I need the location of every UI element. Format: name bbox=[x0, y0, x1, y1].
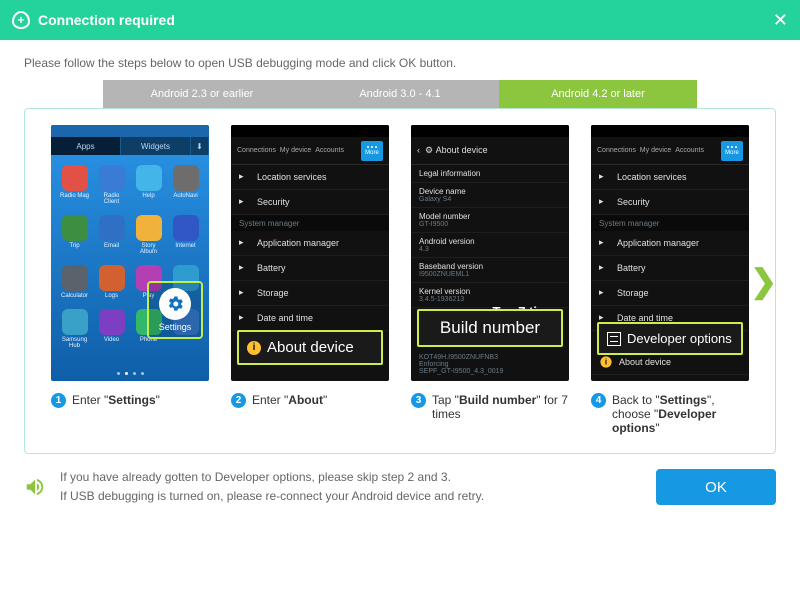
step-badge: 3 bbox=[411, 393, 426, 408]
settings-label: Settings bbox=[159, 322, 192, 332]
about-device-callout: i About device bbox=[237, 330, 383, 365]
caption-1: 1 Enter "Settings" bbox=[51, 393, 209, 408]
step-1: AppsWidgets⬇ Radio MagRadio ClientHelpAu… bbox=[51, 125, 209, 435]
intro-text: Please follow the steps below to open US… bbox=[24, 56, 776, 70]
speaker-icon bbox=[24, 476, 46, 498]
shield-icon bbox=[12, 11, 30, 29]
settings-highlight: Settings bbox=[147, 281, 203, 339]
info-icon: i bbox=[247, 341, 261, 355]
step-badge: 1 bbox=[51, 393, 66, 408]
caption-3: 3 Tap "Build number" for 7 times bbox=[411, 393, 569, 421]
phone-tab-apps: Apps bbox=[51, 137, 121, 155]
step-badge: 2 bbox=[231, 393, 246, 408]
callout-text: Build number bbox=[440, 318, 540, 338]
callout-text: About device bbox=[267, 339, 354, 356]
close-icon[interactable]: ✕ bbox=[773, 10, 788, 31]
step-4: Connections My device Accounts More ▸Loc… bbox=[591, 125, 749, 435]
tab-android-2-3[interactable]: Android 2.3 or earlier bbox=[103, 80, 301, 108]
caption-4: 4 Back to "Settings", choose "Developer … bbox=[591, 393, 749, 435]
build-number-callout: Build number bbox=[417, 309, 563, 347]
footer: If you have already gotten to Developer … bbox=[0, 454, 800, 520]
footer-text: If you have already gotten to Developer … bbox=[60, 468, 642, 506]
step-2: Connections My device Accounts More ▸Loc… bbox=[231, 125, 389, 435]
ok-button[interactable]: OK bbox=[656, 469, 776, 505]
more-icon: More bbox=[721, 141, 743, 161]
window-title: Connection required bbox=[38, 12, 773, 28]
phone-tab-widgets: Widgets bbox=[121, 137, 191, 155]
steps-row: AppsWidgets⬇ Radio MagRadio ClientHelpAu… bbox=[37, 125, 763, 435]
step-3: ‹ ⚙ About device Legal informationDevice… bbox=[411, 125, 569, 435]
step-badge: 4 bbox=[591, 393, 606, 408]
developer-icon bbox=[607, 332, 621, 346]
next-arrow-icon[interactable]: ❯ bbox=[750, 262, 777, 300]
phone-step-1: AppsWidgets⬇ Radio MagRadio ClientHelpAu… bbox=[51, 125, 209, 381]
phone-step-4: Connections My device Accounts More ▸Loc… bbox=[591, 125, 749, 381]
tab-android-4-2[interactable]: Android 4.2 or later bbox=[499, 80, 697, 108]
phone-step-3: ‹ ⚙ About device Legal informationDevice… bbox=[411, 125, 569, 381]
tab-android-3-0[interactable]: Android 3.0 - 4.1 bbox=[301, 80, 499, 108]
title-bar: Connection required ✕ bbox=[0, 0, 800, 40]
steps-panel: AppsWidgets⬇ Radio MagRadio ClientHelpAu… bbox=[24, 108, 776, 454]
more-icon: More bbox=[361, 141, 383, 161]
gear-icon bbox=[159, 288, 191, 320]
android-version-tabs: Android 2.3 or earlier Android 3.0 - 4.1… bbox=[24, 80, 776, 108]
caption-2: 2 Enter "About" bbox=[231, 393, 389, 408]
phone-step-2: Connections My device Accounts More ▸Loc… bbox=[231, 125, 389, 381]
callout-text: Developer options bbox=[627, 331, 732, 346]
content: Please follow the steps below to open US… bbox=[0, 40, 800, 454]
